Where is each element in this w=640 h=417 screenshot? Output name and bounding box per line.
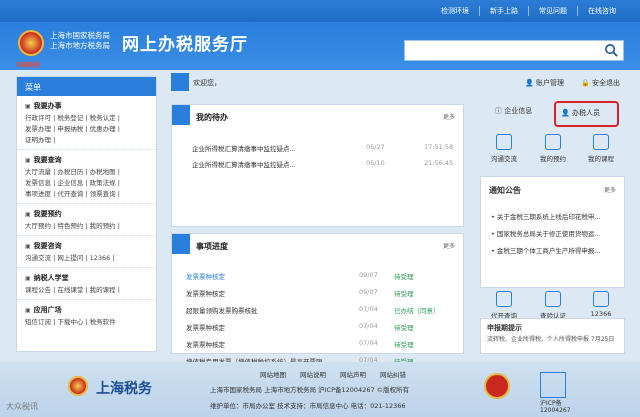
progress-item[interactable]: 超限量领购发票购票核批 07/04 已办结（同意） (186, 305, 440, 315)
progress-item[interactable]: 发票票种核定 09/07 待受理 (186, 271, 414, 281)
account-label: 账户管理 (535, 79, 564, 87)
icp-text: 沪ICP备 12004267 (540, 400, 571, 414)
menu-section-title: 我要预约 (25, 209, 150, 219)
quick-chat-button[interactable]: 沟通交流 (484, 131, 524, 165)
top-link-consult[interactable]: 在线咨询 (577, 6, 626, 16)
menu-section-consult: 我要咨询 沟通交流 | 网上提问 | 12366 | (17, 236, 156, 268)
menu-section-do: 我要办事 行政许可 | 税务登记 | 税务认定 | 发票办理 | 申报纳税 | … (17, 96, 156, 150)
notice-item[interactable]: • 关于金税三期系统上线后印花税申... (491, 211, 619, 221)
watermark: 大众税讯 (6, 402, 38, 411)
verify-button[interactable]: 查验认证 (533, 288, 573, 322)
footer-emblem-icon (68, 376, 88, 396)
footer-brand: 上海税务 (96, 381, 152, 397)
menu-section-query: 我要查询 大厅流量 | 办税日历 | 办税地图 | 发票信息 | 企业信息 | … (17, 150, 156, 204)
emblem-icon (18, 30, 44, 56)
verify-icon (545, 291, 561, 307)
footer-copyright: 上海市国家税务局 上海市地方税务局 沪ICP备12004267 ©版权所有 (210, 386, 410, 394)
menu-links[interactable]: 发票办理 | 申报纳税 | 优惠办理 | (25, 124, 150, 135)
top-link-env[interactable]: 检测环境 (431, 6, 479, 16)
menu-links[interactable]: 证明办理 | (25, 135, 150, 146)
menu-section-booking: 我要预约 大厅预约 | 特色预约 | 我的预约 | (17, 204, 156, 236)
icp-badge-icon[interactable] (540, 372, 566, 398)
flag-icon (172, 105, 190, 125)
phone-icon (593, 291, 609, 307)
footer-support: 维护单位：市局办公室 技术支持：市局信息中心 电话：021-12366 (210, 402, 406, 410)
china-tax-logo: 中国税务 (16, 62, 41, 69)
footer-link[interactable]: 网站声明 (340, 369, 366, 379)
site-header: 上海市国家税务局 上海市地方税务局 网上办税服务厅 中国税务 (0, 22, 640, 70)
footer-link[interactable]: 网站说明 (300, 369, 326, 379)
menu-links[interactable]: 大厅预约 | 特色预约 | 我的预约 | (25, 221, 150, 232)
notice-more-link[interactable]: 更多 (604, 185, 616, 194)
police-badge-icon[interactable] (484, 373, 510, 399)
declaration-panel: 申报期提示 流转税、企业所得税、个人所得税申报 7月25日 (480, 318, 625, 354)
invoice-icon (496, 291, 512, 307)
search-input[interactable] (405, 41, 595, 60)
notice-item[interactable]: • 国家税务总局关于修正使用货物运... (491, 228, 619, 238)
notice-panel: 通知公告 更多 • 关于金税三期系统上线后印花税申... • 国家税务总局关于修… (480, 176, 625, 288)
top-nav: 检测环境 新手上路 常见问题 在线咨询 (0, 0, 640, 22)
footer-link[interactable]: 网站纠错 (380, 369, 406, 379)
notice-title: 通知公告 (489, 186, 521, 195)
todo-panel: 我的待办 更多 企业所得税汇算清缴事中监控疑点... 05/27 17:51:58 … (171, 104, 464, 227)
logout-link[interactable]: 🔒 安全退出 (581, 78, 620, 88)
site-title: 网上办税服务厅 (122, 35, 248, 55)
search-box (404, 40, 624, 61)
welcome-text: 欢迎您， (193, 79, 221, 87)
menu-section-school: 纳税人学堂 课程公告 | 在线课堂 | 我的课程 | (17, 268, 156, 300)
progress-title: 事项进度 (196, 242, 228, 251)
todo-item[interactable]: 企业所得税汇算清缴事中监控疑点... 05/10 21:56:45 (192, 159, 453, 169)
top-links: 检测环境 新手上路 常见问题 在线咨询 (431, 6, 626, 16)
notice-item[interactable]: • 金税三期个体工商户生产所得申报... (491, 245, 619, 255)
menu-links[interactable]: 短信订阅 | 下载中心 | 税务软件 (25, 317, 150, 328)
menu-links[interactable]: 发票信息 | 企业信息 | 政策法规 | (25, 178, 150, 189)
logout-label: 安全退出 (591, 79, 620, 87)
avatar (171, 73, 189, 91)
chat-icon (496, 134, 512, 150)
menu-links[interactable]: 课程公告 | 在线课堂 | 我的课程 | (25, 285, 150, 296)
menu-section-title: 我要办事 (25, 101, 150, 111)
invoice-query-button[interactable]: 代开查询 (484, 288, 524, 322)
booking-icon (545, 134, 561, 150)
progress-panel: 事项进度 更多 发票票种核定 09/07 待受理 发票票种核定 09/07 待受理 超限… (171, 233, 464, 366)
quick-links: 沟通交流 我的预约 我的课程 (480, 101, 625, 171)
menu-section-apps: 应用广场 短信订阅 | 下载中心 | 税务软件 (17, 300, 156, 331)
menu-section-title: 我要查询 (25, 155, 150, 165)
declaration-text: 流转税、企业所得税、个人所得税申报 7月25日 (487, 336, 615, 343)
account-link[interactable]: 👤 账户管理 (525, 78, 564, 88)
progress-item[interactable]: 发票票种核定 07/04 待受理 (186, 339, 414, 349)
footer-link[interactable]: 网站地图 (260, 369, 286, 379)
quick-course-button[interactable]: 我的课程 (581, 131, 621, 165)
org-line-2: 上海市地方税务局 (50, 41, 110, 50)
quick-booking-button[interactable]: 我的预约 (533, 131, 573, 165)
org-line-1: 上海市国家税务局 (50, 31, 110, 40)
menu-section-title: 纳税人学堂 (25, 273, 150, 283)
menu-links[interactable]: 事项进度 | 代开查询 | 领票查询 | (25, 189, 150, 200)
top-link-faq[interactable]: 常见问题 (528, 6, 577, 16)
list-icon (172, 234, 190, 254)
sidebar-head: 菜单 (17, 77, 156, 96)
progress-more-link[interactable]: 更多 (443, 241, 455, 250)
hotline-button[interactable]: 12366 (581, 288, 621, 322)
search-icon[interactable] (604, 43, 619, 58)
menu-links[interactable]: 行政许可 | 税务登记 | 税务认定 | (25, 113, 150, 124)
footer-links: 网站地图 网站说明 网站声明 网站纠错 (260, 369, 406, 379)
todo-item[interactable]: 企业所得税汇算清缴事中监控疑点... 05/27 17:51:58 (192, 143, 453, 153)
progress-item[interactable]: 发票票种核定 09/07 待受理 (186, 288, 414, 298)
course-icon (593, 134, 609, 150)
top-link-guide[interactable]: 新手上路 (479, 6, 528, 16)
declaration-title: 申报期提示 (487, 324, 522, 332)
menu-links[interactable]: 沟通交流 | 网上提问 | 12366 | (25, 253, 150, 264)
welcome-bar: 欢迎您， 👤 账户管理 🔒 安全退出 (171, 73, 624, 92)
progress-item[interactable]: 发票票种核定 07/04 待受理 (186, 322, 414, 332)
menu-section-title: 我要咨询 (25, 241, 150, 251)
todo-more-link[interactable]: 更多 (443, 112, 455, 121)
org-name: 上海市国家税务局 上海市地方税务局 (50, 31, 110, 51)
menu-links[interactable]: 大厅流量 | 办税日历 | 办税地图 | (25, 167, 150, 178)
menu-section-title: 应用广场 (25, 305, 150, 315)
todo-title: 我的待办 (196, 113, 228, 122)
sidebar-menu: 菜单 我要办事 行政许可 | 税务登记 | 税务认定 | 发票办理 | 申报纳税… (16, 76, 157, 352)
